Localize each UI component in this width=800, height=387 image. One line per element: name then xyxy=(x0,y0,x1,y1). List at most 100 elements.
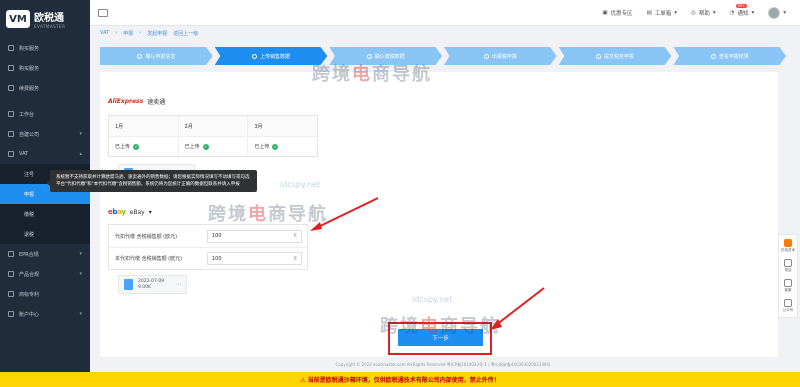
step-dot-icon xyxy=(483,53,489,59)
bell-icon: ◔ xyxy=(729,9,735,16)
step-dot-icon xyxy=(137,53,143,59)
sidebar-item-workbench[interactable]: 工作台 xyxy=(0,104,90,124)
logo[interactable]: VM 欧税通 EVATMASTER xyxy=(0,0,90,38)
step-2: 上传销售数据 xyxy=(214,47,328,65)
sidebar-item-label: 退税 xyxy=(24,231,35,238)
trademark-icon xyxy=(8,291,14,297)
withholding-amount-input[interactable]: 100 € xyxy=(207,229,302,243)
watermark-url: idcspy.net xyxy=(412,295,453,304)
sidebar-item-label: 申报 xyxy=(24,191,35,198)
notify-badge: 99+ xyxy=(735,3,748,8)
chevron-down-icon: ▾ xyxy=(712,9,716,16)
sidebar-item-label: 购买服务 xyxy=(19,45,40,52)
chevron-down-icon: ▾ xyxy=(674,9,678,16)
sidebar-item-renew[interactable]: 续费服务 xyxy=(0,78,90,98)
menu-collapse-icon[interactable] xyxy=(98,8,108,17)
breadcrumb: VAT › 申报 › 发起申报 返回上一级 xyxy=(100,30,199,37)
check-icon: ✓ xyxy=(272,143,279,150)
sidebar-item-epr[interactable]: EPR合规 ▾ xyxy=(0,244,90,264)
breadcrumb-vat[interactable]: VAT xyxy=(100,30,109,37)
amount-label: 本代扣代缴 含税销售额 (欧元) xyxy=(115,256,183,262)
month-header: 2月 xyxy=(177,116,248,136)
step-dot-icon xyxy=(710,53,716,59)
step-3: 确认缴税数据 xyxy=(329,47,443,65)
file-date: 2022-07-09 xyxy=(138,279,165,284)
vat-icon xyxy=(8,151,14,157)
sidebar-item-company[interactable]: 自建公司 ▾ xyxy=(0,124,90,144)
breadcrumb-start[interactable]: 发起申报 xyxy=(147,30,167,37)
close-icon[interactable]: ⋯ xyxy=(175,281,181,288)
ticket-link[interactable]: ▤ 工单箱 ▾ xyxy=(647,9,677,17)
aliexpress-header: AliExpress 速卖通 xyxy=(108,97,165,106)
chevron-down-icon: ▾ xyxy=(751,9,755,16)
ebay-logo: ebay xyxy=(108,208,126,216)
sidebar-item-label: 购买服务 xyxy=(19,65,40,72)
sidebar-item-label: EPR合规 xyxy=(19,251,39,258)
service-button[interactable]: 客服 xyxy=(784,279,792,293)
file-icon xyxy=(124,279,133,290)
step-dot-icon xyxy=(596,53,602,59)
sidebar-item-label: 产品合规 xyxy=(19,271,40,278)
promo-link[interactable]: ▣ 优惠专区 xyxy=(602,9,632,17)
step-progress: 确认申报信息 上传销售数据 确认缴税数据 出报税申报 提交税务申报 查看申报结果 xyxy=(100,47,787,65)
chevron-down-icon[interactable]: ▾ xyxy=(149,209,152,216)
sidebar-item-label: 缴税 xyxy=(24,211,35,218)
qrcode-icon xyxy=(784,299,792,307)
sidebar-item-trademark[interactable]: 商标专利 xyxy=(0,284,90,304)
breadcrumb-declare[interactable]: 申报 xyxy=(123,30,133,37)
box-icon xyxy=(8,271,14,277)
content-card: AliExpress 速卖通 1月 2月 3月 已上传✓ 已上传✓ 已上传✓ A… xyxy=(100,72,778,357)
ticket-icon: ▤ xyxy=(646,9,652,16)
cart-icon xyxy=(8,45,14,51)
sidebar-item-vat[interactable]: VAT ▴ xyxy=(0,144,90,164)
step-4: 出报税申报 xyxy=(444,47,557,65)
watermark-url: idcspy.net xyxy=(280,180,321,189)
sidebar-item-label: 自建公司 xyxy=(19,131,40,138)
gift-icon: ▣ xyxy=(602,9,608,16)
sidebar-item-buy[interactable]: 购买服务 xyxy=(0,38,90,58)
phone-button[interactable]: 电话 xyxy=(784,259,792,273)
sidebar-item-buy-service[interactable]: 购买服务 xyxy=(0,58,90,78)
notify-link[interactable]: ◔ 99+ 通知 ▾ xyxy=(729,3,755,17)
desk-icon xyxy=(8,111,14,117)
online-consult-button[interactable]: 在线咨询 xyxy=(781,239,795,253)
step-dot-icon xyxy=(366,53,372,59)
sandbox-warning-banner: ⚠ 当前是欧税通沙箱环境，仅供欧税通技术有限公司内部使用，禁止外传！ xyxy=(0,372,800,387)
chevron-up-icon: ▴ xyxy=(79,151,82,157)
sidebar-item-account[interactable]: 账户中心 ▾ xyxy=(0,304,90,324)
logo-name: 欧税通 xyxy=(34,13,64,24)
month-header: 3月 xyxy=(247,116,317,136)
upload-status: 已上传 ✓ xyxy=(247,137,317,156)
file-size: 9.00K xyxy=(138,285,151,290)
aliexpress-logo: AliExpress xyxy=(108,98,144,105)
logo-mark: VM xyxy=(6,10,30,28)
sidebar-item-tax[interactable]: 缴税 xyxy=(0,204,90,224)
month-status-table: 1月 2月 3月 已上传 ✓ 已上传 ✓ 已上传 ✓ xyxy=(108,115,318,157)
chevron-down-icon: ▾ xyxy=(79,131,82,137)
annotation-arrow xyxy=(310,197,379,231)
chat-icon xyxy=(784,239,792,247)
tooltip: 系统暂不支持获取并计算欧盟马逊、速卖通外的销售数据；请您根据实际情况填写不动填写… xyxy=(46,170,257,192)
sidebar-item-refund[interactable]: 退税 xyxy=(0,224,90,244)
sidebar-item-label: 工作台 xyxy=(19,111,35,118)
step-5: 提交税务申报 xyxy=(558,47,672,65)
step-1: 确认申报信息 xyxy=(100,47,213,65)
uploaded-file[interactable]: 2022-07-09 9.00K ⋯ xyxy=(118,275,188,294)
headset-icon xyxy=(784,279,792,287)
upload-status: 已上传 ✓ xyxy=(177,137,248,156)
amount-label: 代扣代缴 含税销售额 (欧元) xyxy=(115,233,178,240)
upload-status: 已上传 ✓ xyxy=(115,143,140,150)
check-icon: ✓ xyxy=(133,143,140,150)
wechat-button[interactable]: 公众号 xyxy=(783,299,793,313)
bag-icon xyxy=(8,65,14,71)
sidebar-item-label: VAT xyxy=(19,151,29,157)
sidebar-item-product[interactable]: 产品合规 ▾ xyxy=(0,264,90,284)
chevron-down-icon: ▾ xyxy=(79,251,82,257)
user-icon xyxy=(8,311,14,317)
step-6: 查看申报结果 xyxy=(673,47,787,65)
highlight-box xyxy=(388,322,492,355)
help-link[interactable]: ◎ 帮助 ▾ xyxy=(691,9,716,17)
non-withholding-amount-input[interactable]: 100 € xyxy=(207,252,302,265)
user-menu[interactable]: ▾ xyxy=(768,6,786,19)
back-link[interactable]: 返回上一级 xyxy=(173,30,198,37)
